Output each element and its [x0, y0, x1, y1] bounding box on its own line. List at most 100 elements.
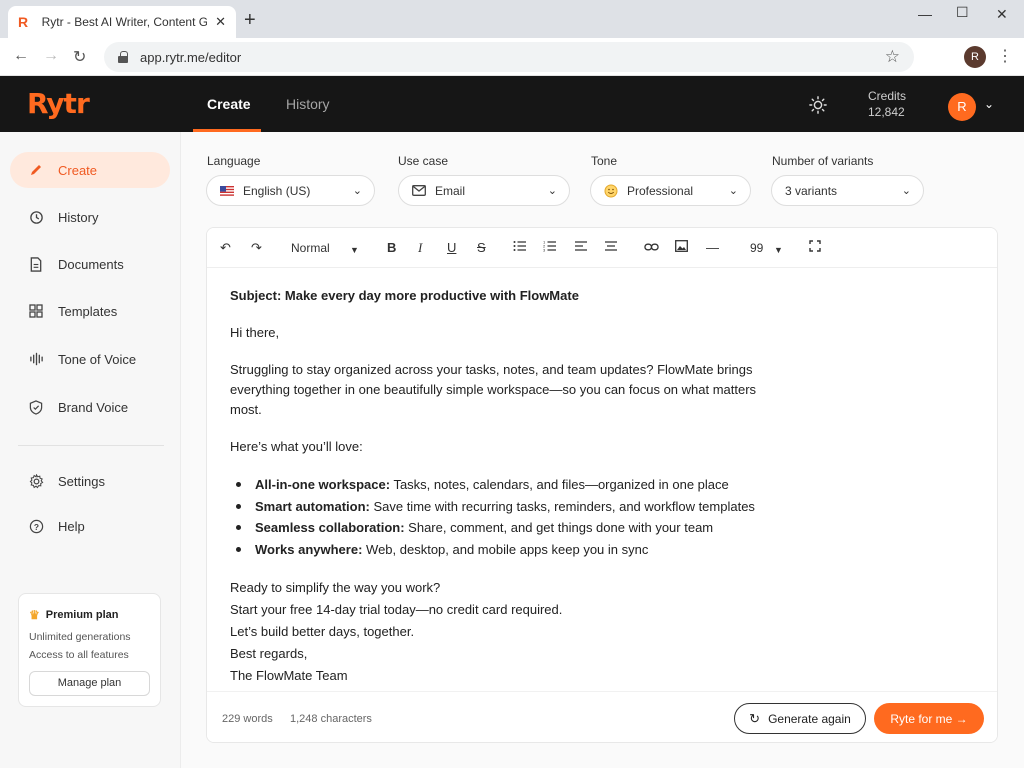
- text-style-select[interactable]: Normal: [291, 240, 330, 256]
- generate-again-button[interactable]: ↻ Generate again: [734, 703, 866, 734]
- chevron-down-icon[interactable]: ⌄: [984, 97, 994, 111]
- horizontal-rule-icon[interactable]: —: [706, 240, 719, 256]
- link-icon[interactable]: [644, 240, 659, 256]
- close-tab-icon[interactable]: ✕: [215, 14, 226, 30]
- feature-list: All-in-one workspace: Tasks, notes, cale…: [230, 474, 830, 560]
- reload-icon[interactable]: ↻: [73, 47, 86, 67]
- forward-icon[interactable]: →: [43, 47, 59, 65]
- rytr-logo[interactable]: Rytr: [27, 87, 90, 120]
- bookmark-star-icon[interactable]: ☆: [885, 47, 900, 67]
- ryte-for-me-button[interactable]: Ryte for me →: [874, 703, 984, 734]
- use-case-select[interactable]: Email ⌄: [398, 175, 570, 206]
- chevron-down-icon: ⌄: [901, 185, 911, 197]
- crown-icon: ♛: [29, 608, 40, 622]
- sidebar-item-label: Templates: [58, 303, 118, 319]
- browser-profile-avatar[interactable]: R: [964, 46, 986, 68]
- sidebar-item-settings[interactable]: Settings: [10, 463, 170, 499]
- closing-line: Start your free 14-day trial today—no cr…: [230, 602, 563, 617]
- redo-icon[interactable]: ↷: [251, 240, 262, 256]
- closing-line: Let’s build better days, together.: [230, 624, 415, 639]
- new-tab-icon[interactable]: +: [244, 10, 256, 30]
- sidebar-item-tone-of-voice[interactable]: Tone of Voice: [10, 341, 170, 377]
- editor-content[interactable]: Subject: Make every day more productive …: [230, 286, 830, 687]
- character-count: 1,248 characters: [290, 713, 372, 725]
- browser-titlebar: R Rytr - Best AI Writer, Content Generat…: [0, 0, 1024, 38]
- sidebar: Create History Documents Templates Tone …: [0, 132, 181, 768]
- language-label: Language: [207, 154, 261, 168]
- minimize-icon[interactable]: —: [918, 6, 932, 22]
- sidebar-divider: [18, 445, 164, 446]
- nav-history[interactable]: History: [286, 96, 330, 112]
- editor-footer: 229 words 1,248 characters ↻ Generate ag…: [207, 691, 997, 742]
- tone-select[interactable]: Professional ⌄: [590, 175, 751, 206]
- editor-panel: ↶ ↷ Normal ▼ B I U S 123 — 99 ▼ Subject:…: [206, 227, 998, 743]
- list-item: All-in-one workspace: Tasks, notes, cale…: [230, 474, 830, 496]
- word-count: 229 words: [222, 713, 273, 725]
- sidebar-item-help[interactable]: ? Help: [10, 508, 170, 544]
- svg-text:3: 3: [543, 248, 546, 253]
- numbered-list-icon[interactable]: 123: [543, 240, 557, 256]
- tone-label: Tone: [591, 154, 618, 168]
- sidebar-item-create[interactable]: Create: [10, 152, 170, 188]
- user-avatar[interactable]: R: [948, 93, 976, 121]
- chevron-down-icon: ⌄: [547, 185, 557, 197]
- sidebar-item-label: Documents: [58, 256, 124, 272]
- caret-down-icon[interactable]: ▼: [350, 242, 359, 258]
- use-case-label: Use case: [398, 154, 449, 168]
- language-value: English (US): [243, 183, 311, 198]
- address-bar[interactable]: app.rytr.me/editor ☆: [104, 42, 914, 72]
- email-intro: Struggling to stay organized across your…: [230, 362, 757, 417]
- chevron-down-icon: ⌄: [728, 185, 738, 197]
- browser-menu-icon[interactable]: ⋮: [997, 46, 1013, 66]
- smiley-icon: [604, 184, 618, 198]
- shield-icon: [28, 399, 44, 415]
- history-icon: [28, 209, 44, 225]
- theme-toggle-sun-icon[interactable]: [809, 96, 827, 114]
- chevron-down-icon: ⌄: [352, 185, 362, 197]
- sidebar-item-label: Settings: [58, 473, 105, 489]
- manage-plan-button[interactable]: Manage plan: [29, 671, 150, 696]
- variants-value: 3 variants: [785, 183, 838, 198]
- maximize-icon[interactable]: ☐: [956, 4, 969, 21]
- us-flag-icon: [220, 185, 234, 196]
- underline-icon[interactable]: U: [447, 240, 456, 256]
- strikethrough-icon[interactable]: S: [477, 240, 486, 256]
- main-content: Language English (US) ⌄ Use case Email ⌄…: [181, 132, 1024, 768]
- pencil-icon: [28, 162, 44, 178]
- image-icon[interactable]: [675, 240, 688, 256]
- sidebar-item-history[interactable]: History: [10, 199, 170, 235]
- caret-down-icon[interactable]: ▼: [774, 242, 783, 258]
- browser-toolbar: ← → ↻ app.rytr.me/editor ☆ R ⋮: [0, 38, 1024, 76]
- tab-title: Rytr - Best AI Writer, Content Generator: [41, 15, 208, 29]
- sidebar-item-label: Create: [58, 162, 98, 178]
- rytr-favicon-icon: R: [18, 14, 29, 30]
- sidebar-item-label: History: [58, 209, 99, 225]
- sidebar-item-documents[interactable]: Documents: [10, 246, 170, 282]
- sidebar-item-brand-voice[interactable]: Brand Voice: [10, 389, 170, 425]
- language-select[interactable]: English (US) ⌄: [206, 175, 375, 206]
- gear-icon: [28, 473, 44, 489]
- window-close-icon[interactable]: ✕: [996, 6, 1008, 23]
- closing-line: Ready to simplify the way you work?: [230, 580, 441, 595]
- grid-icon: [28, 303, 44, 319]
- align-left-icon[interactable]: [574, 240, 588, 256]
- align-center-icon[interactable]: [604, 240, 618, 256]
- bullet-list-icon[interactable]: [513, 240, 527, 256]
- browser-tab[interactable]: R Rytr - Best AI Writer, Content Generat…: [8, 6, 236, 38]
- back-icon[interactable]: ←: [13, 47, 29, 65]
- email-closing: Ready to simplify the way you work? Star…: [230, 577, 830, 687]
- variants-select[interactable]: 3 variants ⌄: [771, 175, 924, 206]
- nav-create[interactable]: Create: [207, 96, 251, 112]
- premium-feature-line: Unlimited generations: [29, 631, 131, 643]
- use-case-value: Email: [435, 183, 466, 198]
- sidebar-item-templates[interactable]: Templates: [10, 293, 170, 329]
- undo-icon[interactable]: ↶: [220, 240, 231, 256]
- variants-label: Number of variants: [772, 154, 874, 168]
- italic-icon[interactable]: I: [418, 240, 422, 256]
- fullscreen-icon[interactable]: [809, 240, 821, 256]
- bold-icon[interactable]: B: [387, 240, 396, 256]
- quote-select[interactable]: 99: [750, 240, 763, 256]
- refresh-icon: ↻: [749, 710, 761, 726]
- email-subject: Subject: Make every day more productive …: [230, 288, 579, 303]
- help-icon: ?: [28, 518, 44, 534]
